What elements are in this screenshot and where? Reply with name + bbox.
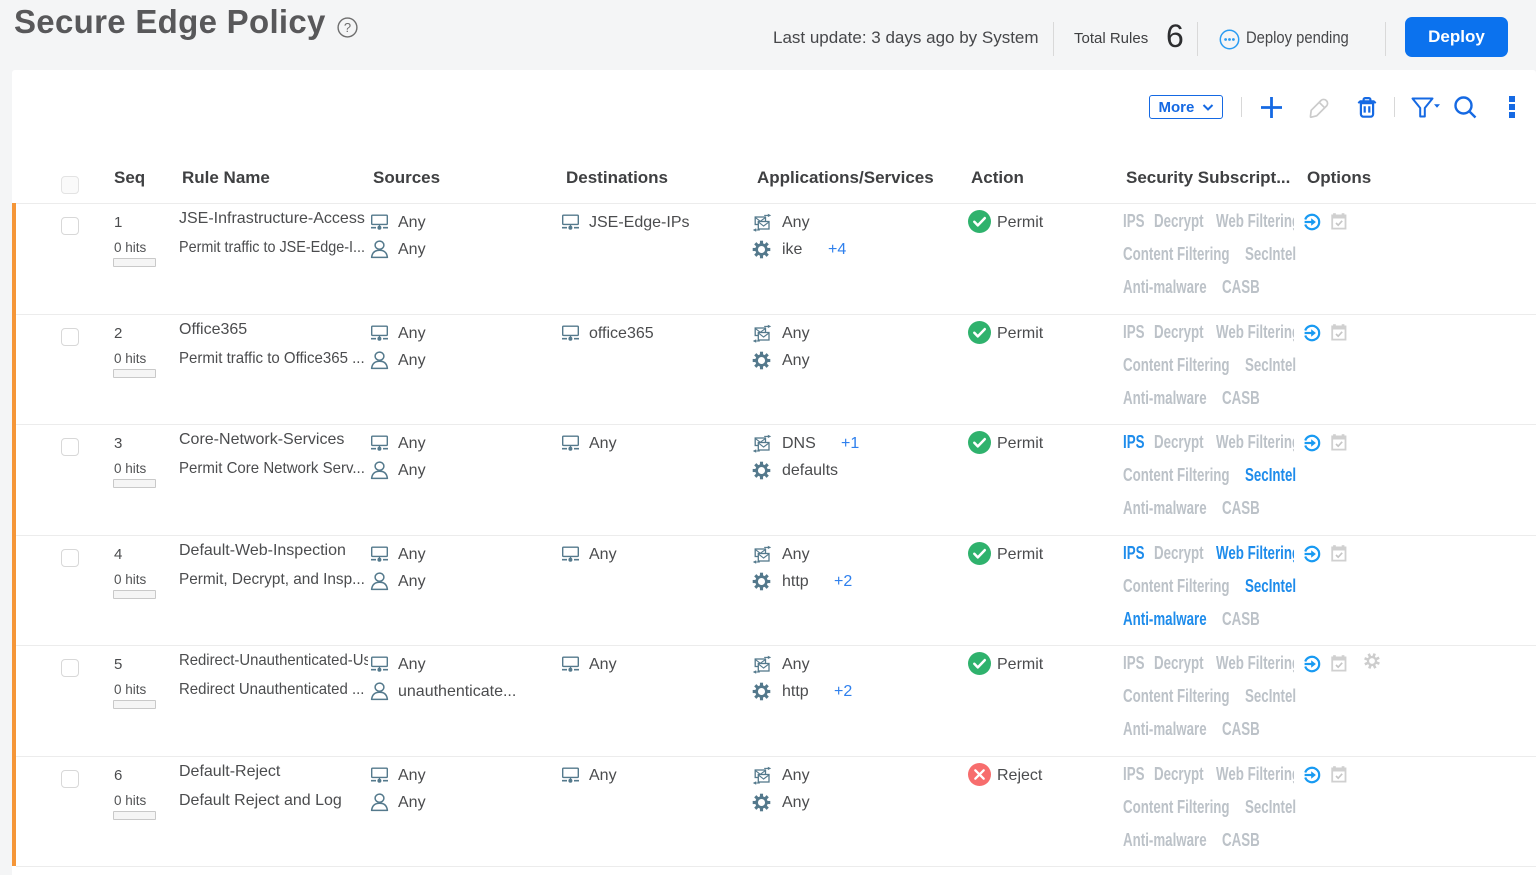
svg-text:?: ? [344, 20, 351, 35]
